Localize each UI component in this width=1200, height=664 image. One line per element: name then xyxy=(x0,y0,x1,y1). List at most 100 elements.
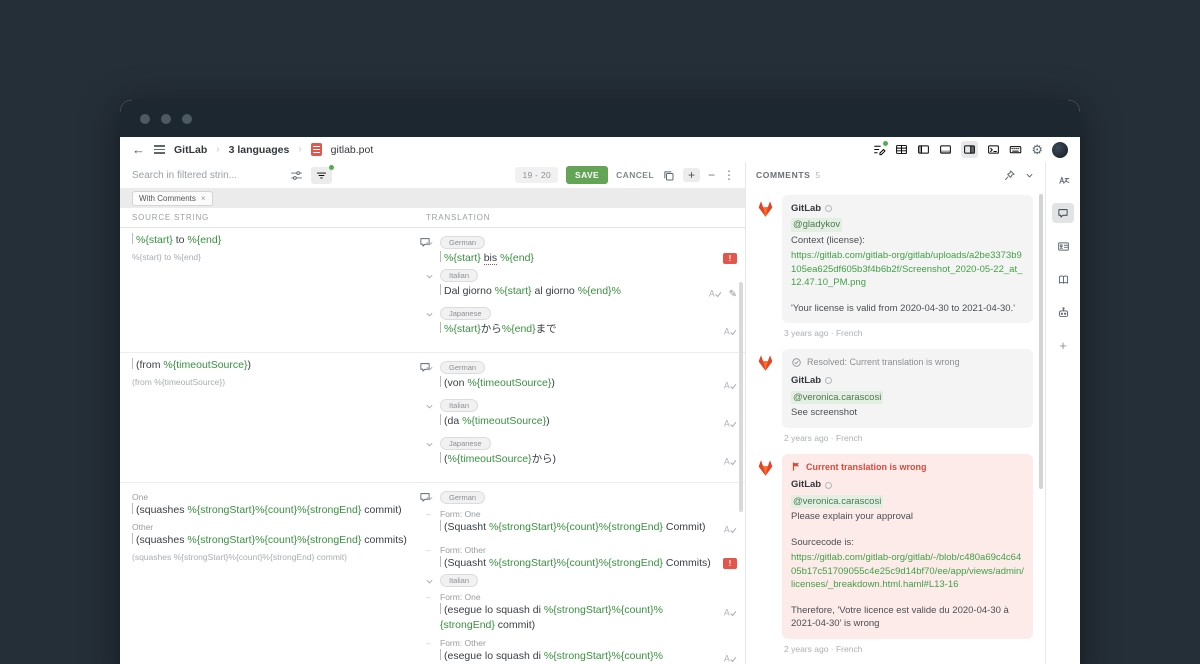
translation-line[interactable]: (Squasht %{strongStart}%{count}%{strongE… xyxy=(440,520,737,540)
collapse-language-icon[interactable] xyxy=(424,236,435,254)
panel-right-icon[interactable] xyxy=(961,141,978,158)
translation-text[interactable]: (von %{timeoutSource}) xyxy=(440,376,715,391)
approved-check-icon[interactable]: A xyxy=(723,416,737,434)
user-avatar[interactable] xyxy=(1052,142,1068,158)
translation-text[interactable]: %{start} bis %{end} xyxy=(440,251,715,266)
approved-check-icon[interactable]: A xyxy=(723,522,737,540)
string-row[interactable]: %{start} to %{end}%{start} to %{end} Germ… xyxy=(120,228,745,353)
window-control-dot[interactable] xyxy=(161,114,171,124)
qa-error-badge[interactable]: ! xyxy=(723,253,737,264)
collapse-language-icon[interactable] xyxy=(424,437,435,455)
translation-text[interactable]: (da %{timeoutSource}) xyxy=(440,414,715,429)
remove-filter-icon[interactable]: × xyxy=(201,194,206,203)
translation-text[interactable]: (Squasht %{strongStart}%{count}%{strongE… xyxy=(440,556,715,571)
breadcrumb-file[interactable]: gitlab.pot xyxy=(331,144,374,156)
collapse-language-icon[interactable] xyxy=(424,269,435,287)
breadcrumb-project[interactable]: GitLab xyxy=(174,144,207,156)
string-range-indicator[interactable]: 19 - 20 xyxy=(515,167,558,183)
sidebar-add-icon[interactable]: + xyxy=(1052,335,1074,355)
language-badge[interactable]: German xyxy=(440,236,485,249)
translation-line[interactable]: (esegue lo squash di %{strongStart}%{cou… xyxy=(440,649,737,664)
back-button[interactable]: ← xyxy=(132,142,145,157)
translation-text[interactable]: (Squasht %{strongStart}%{count}%{strongE… xyxy=(440,520,715,535)
translation-text[interactable]: %{start}から%{end}まで xyxy=(440,322,715,337)
editor-scrollbar[interactable] xyxy=(739,282,743,512)
comment-link[interactable]: https://gitlab.com/gitlab-org/gitlab/-/b… xyxy=(791,551,1024,591)
settings-gear-icon[interactable]: ⚙ xyxy=(1031,143,1043,156)
window-control-dot[interactable] xyxy=(140,114,150,124)
sidebar-terms-icon[interactable] xyxy=(1052,236,1074,256)
translation-text[interactable]: (esegue lo squash di %{strongStart}%{cou… xyxy=(440,603,715,633)
translation-line[interactable]: %{start} bis %{end}! xyxy=(440,251,737,266)
sidebar-machine-translation-icon[interactable] xyxy=(1052,302,1074,322)
approved-check-icon[interactable]: A xyxy=(723,651,737,664)
language-badge[interactable]: German xyxy=(440,361,485,374)
keyboard-icon[interactable] xyxy=(1009,143,1022,156)
approved-check-icon[interactable]: A xyxy=(723,605,737,623)
collapse-language-icon[interactable] xyxy=(424,491,435,509)
comment-bubble[interactable]: GitLab@gladykovContext (license):https:/… xyxy=(782,195,1033,323)
translation-text[interactable]: Dal giorno %{start} al giorno %{end}% xyxy=(440,284,700,299)
translation-line[interactable]: (von %{timeoutSource}) A xyxy=(440,376,737,396)
window-control-dot[interactable] xyxy=(182,114,192,124)
translation-line[interactable]: %{start}から%{end}まで A xyxy=(440,322,737,342)
source-cell[interactable]: (from %{timeoutSource})(from %{timeoutSo… xyxy=(120,358,414,475)
zoom-out-button[interactable]: − xyxy=(708,168,715,182)
language-badge[interactable]: Japanese xyxy=(440,307,491,320)
translation-text[interactable]: (%{timeoutSource}から) xyxy=(440,452,715,467)
panel-bottom-icon[interactable] xyxy=(939,143,952,156)
user-mention[interactable]: @veronica.carascosi xyxy=(791,391,883,404)
source-cell[interactable]: %{start} to %{end}%{start} to %{end} xyxy=(120,233,414,345)
string-row[interactable]: One(squashes %{strongStart}%{count}%{str… xyxy=(120,483,745,664)
sidebar-glossary-icon[interactable] xyxy=(1052,269,1074,289)
approved-check-icon[interactable]: A xyxy=(723,378,737,396)
user-mention[interactable]: @gladykov xyxy=(791,218,842,231)
more-options-button[interactable]: ⋮ xyxy=(723,168,735,182)
collapse-panel-icon[interactable] xyxy=(1024,170,1035,181)
user-mention[interactable]: @veronica.carascosi xyxy=(791,495,883,508)
copy-source-icon[interactable] xyxy=(662,169,675,182)
comments-scrollbar[interactable] xyxy=(1039,194,1043,489)
collapse-language-icon[interactable] xyxy=(424,574,435,592)
edit-settings-icon[interactable] xyxy=(873,143,886,156)
language-badge[interactable]: Italian xyxy=(440,574,478,587)
menu-button[interactable] xyxy=(154,145,165,154)
collapse-language-icon[interactable] xyxy=(424,399,435,417)
terminal-icon[interactable] xyxy=(987,143,1000,156)
string-row[interactable]: (from %{timeoutSource})(from %{timeoutSo… xyxy=(120,353,745,483)
translation-line[interactable]: (da %{timeoutSource}) A xyxy=(440,414,737,434)
search-input[interactable] xyxy=(132,170,282,181)
save-button[interactable]: SAVE xyxy=(566,166,608,184)
panel-left-icon[interactable] xyxy=(917,143,930,156)
translation-text[interactable]: (esegue lo squash di %{strongStart}%{cou… xyxy=(440,649,715,664)
sidebar-translate-icon[interactable] xyxy=(1052,170,1074,190)
collapse-language-icon[interactable] xyxy=(424,361,435,379)
filter-button[interactable] xyxy=(311,167,332,184)
qa-error-badge[interactable]: ! xyxy=(723,558,737,569)
language-badge[interactable]: Japanese xyxy=(440,437,491,450)
translation-line[interactable]: (%{timeoutSource}から) A xyxy=(440,452,737,472)
translation-line[interactable]: (Squasht %{strongStart}%{count}%{strongE… xyxy=(440,556,737,571)
search-options-icon[interactable] xyxy=(290,169,303,182)
comment-bubble[interactable]: Resolved: Current translation is wrongGi… xyxy=(782,349,1033,427)
collapse-language-icon[interactable] xyxy=(424,307,435,325)
pin-icon[interactable] xyxy=(1003,169,1016,182)
edit-translation-icon[interactable]: ✎ xyxy=(729,290,737,300)
approved-check-icon[interactable]: A xyxy=(723,324,737,342)
sidebar-comments-icon[interactable] xyxy=(1052,203,1074,223)
approved-check-icon[interactable]: A xyxy=(708,286,722,304)
breadcrumb-languages[interactable]: 3 languages xyxy=(229,144,290,156)
language-badge[interactable]: Italian xyxy=(440,399,478,412)
filter-chip-with-comments[interactable]: With Comments × xyxy=(132,191,213,206)
translation-line[interactable]: (esegue lo squash di %{strongStart}%{cou… xyxy=(440,603,737,633)
approved-check-icon[interactable]: A xyxy=(723,454,737,472)
translation-line[interactable]: Dal giorno %{start} al giorno %{end}% A ✎ xyxy=(440,284,737,304)
cancel-button[interactable]: CANCEL xyxy=(616,170,654,180)
comment-bubble[interactable]: Current translation is wrongGitLab@veron… xyxy=(782,454,1033,639)
language-badge[interactable]: Italian xyxy=(440,269,478,282)
grid-view-icon[interactable] xyxy=(895,143,908,156)
zoom-in-button[interactable]: + xyxy=(683,168,700,182)
source-cell[interactable]: One(squashes %{strongStart}%{count}%{str… xyxy=(120,488,414,664)
language-badge[interactable]: German xyxy=(440,491,485,504)
comment-link[interactable]: https://gitlab.com/gitlab-org/gitlab/upl… xyxy=(791,249,1024,289)
